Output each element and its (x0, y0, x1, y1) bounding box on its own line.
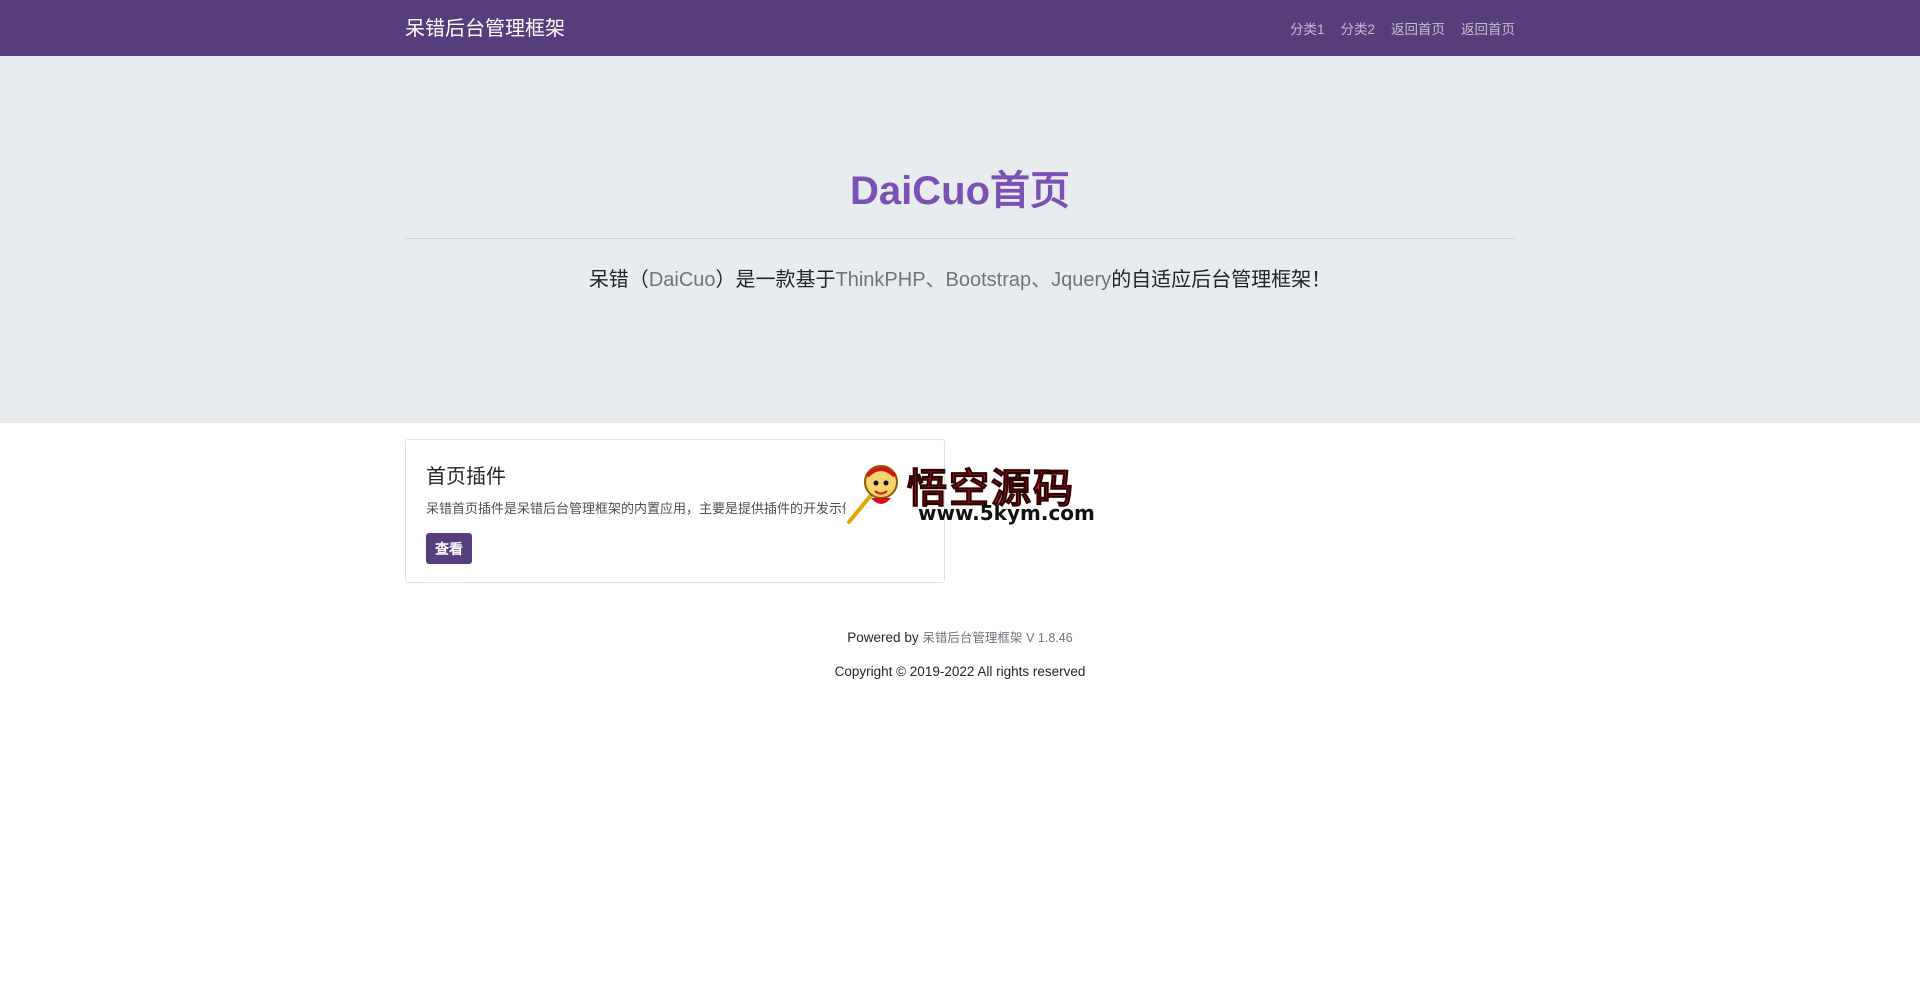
nav-link-home-2[interactable]: 返回首页 (1461, 18, 1515, 38)
nav-link-category-2[interactable]: 分类2 (1340, 18, 1375, 38)
hero-lead-part-5: 的自适应后台管理框架！ (1111, 269, 1332, 291)
watermark-logo: 悟空源码 www.5kym.com (845, 454, 1095, 534)
hero-lead-tech: ThinkPHP、Bootstrap、Jquery (835, 269, 1112, 291)
hero-lead-part-3: ）是一款基于 (715, 269, 836, 291)
hero-title: DaiCuo首页 (850, 169, 1070, 213)
hero-container: DaiCuo首页 呆错（DaiCuo）是一款基于ThinkPHP、Bootstr… (405, 56, 1515, 294)
nav-link-category-1[interactable]: 分类1 (1290, 18, 1325, 38)
footer-copyright: Copyright © 2019-2022 All rights reserve… (834, 664, 1086, 679)
footer-framework-link[interactable]: 呆错后台管理框架 (922, 631, 1022, 645)
plugin-card-text: 呆错首页插件是呆错后台管理框架的内置应用，主要是提供插件的开发示例。 (426, 501, 846, 516)
watermark-url: www.5kym.com (918, 501, 1095, 525)
top-navbar: 呆错后台管理框架 分类1 分类2 返回首页 返回首页 (0, 0, 1920, 56)
plugin-card-title: 首页插件 (426, 466, 506, 488)
footer-powered-line: Powered by 呆错后台管理框架 V 1.8.46 (0, 627, 1920, 646)
hero-divider (405, 238, 1515, 239)
hero-lead-daicuo: DaiCuo (648, 269, 716, 291)
main-content: 首页插件 呆错首页插件是呆错后台管理框架的内置应用，主要是提供插件的开发示例。 … (405, 439, 1515, 585)
navbar-links: 分类1 分类2 返回首页 返回首页 (1274, 0, 1515, 56)
footer-powered-prefix: Powered by (847, 630, 919, 645)
view-button[interactable]: 查看 (426, 533, 472, 564)
monkey-king-icon (847, 465, 898, 524)
footer-version: V 1.8.46 (1026, 631, 1073, 645)
hero-lead: 呆错（DaiCuo）是一款基于ThinkPHP、Bootstrap、Jquery… (405, 266, 1515, 294)
navbar-brand[interactable]: 呆错后台管理框架 (405, 0, 565, 58)
page-footer: Powered by 呆错后台管理框架 V 1.8.46 Copyright ©… (0, 627, 1920, 679)
nav-link-home-1[interactable]: 返回首页 (1391, 18, 1445, 38)
hero-jumbotron: DaiCuo首页 呆错（DaiCuo）是一款基于ThinkPHP、Bootstr… (0, 56, 1920, 423)
hero-lead-part-1: 呆错（ (588, 269, 649, 291)
navbar-container: 呆错后台管理框架 分类1 分类2 返回首页 返回首页 (405, 0, 1515, 56)
